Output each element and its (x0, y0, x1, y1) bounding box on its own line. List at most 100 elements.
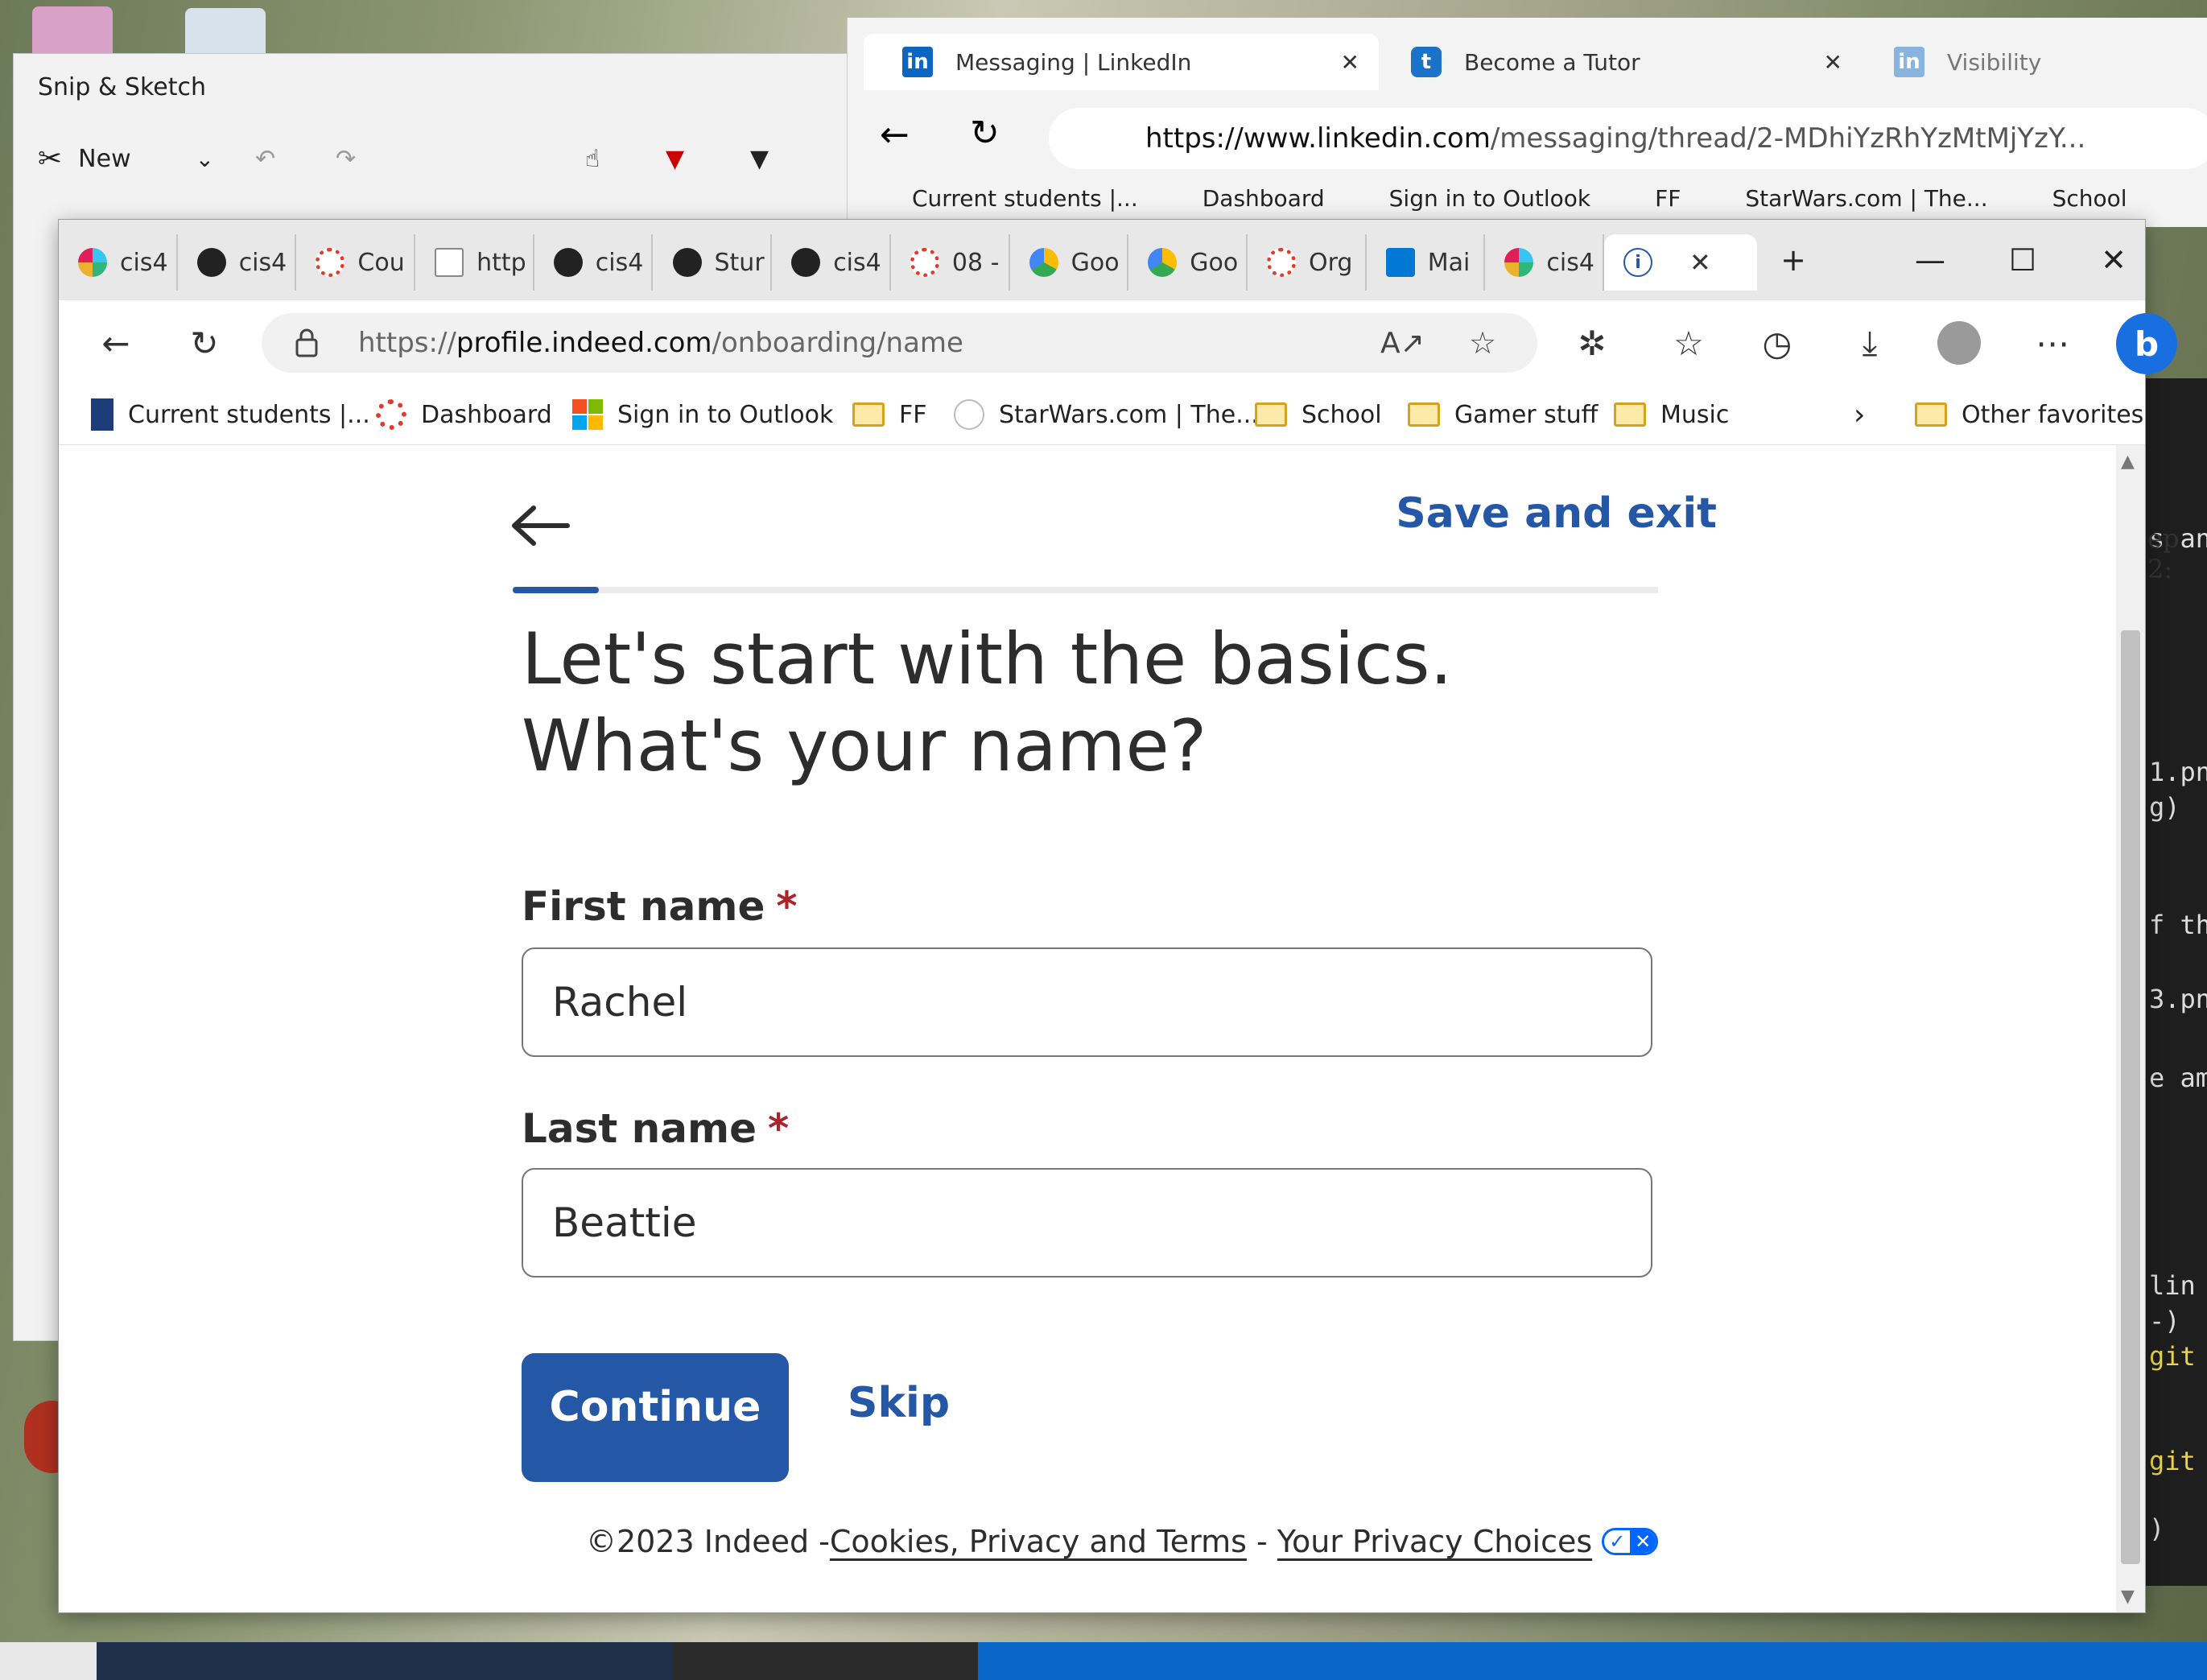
linkedin-address-bar[interactable]: https://www.linkedin.com/messaging/threa… (1049, 108, 2207, 169)
ballpoint-pen-icon[interactable]: ▼ (666, 134, 684, 183)
tab-item[interactable]: Mai (1367, 234, 1486, 291)
favorite-item[interactable]: Current students |... (912, 185, 1138, 212)
save-and-exit-link[interactable]: Save and exit (1347, 489, 1717, 538)
scroll-down-icon[interactable]: ▼ (2121, 1587, 2135, 1607)
undo-icon[interactable]: ↶ (255, 134, 275, 183)
favorite-label: FF (899, 400, 927, 429)
lock-icon[interactable] (294, 328, 320, 357)
extensions-icon[interactable]: ✲ (1564, 315, 1620, 371)
tab-item[interactable]: cis4 (1485, 234, 1605, 291)
chevron-right-icon[interactable]: › (1854, 397, 1865, 432)
taskbar-fragment (0, 1642, 2207, 1680)
favorite-label: Current students |... (128, 400, 370, 429)
favorite-item[interactable]: Dashboard (1203, 185, 1325, 212)
close-icon[interactable]: ✕ (1341, 49, 1359, 76)
favorite-item[interactable]: Sign in to Outlook (1389, 185, 1590, 212)
tab-label: http (476, 248, 526, 277)
snip-new-button[interactable]: ✂ New ⌄ (38, 134, 214, 183)
privacy-choices-icon[interactable]: ✓ ✕ (1602, 1528, 1659, 1555)
favorite-item[interactable]: School (2052, 185, 2127, 212)
tab-item[interactable]: cis4 (59, 234, 178, 291)
favorite-label: Gamer stuff (1454, 400, 1599, 429)
favorite-label: Dashboard (421, 400, 552, 429)
last-name-input[interactable] (522, 1168, 1652, 1278)
linkedin-favorites-bar: Current students |... Dashboard Sign in … (880, 185, 2127, 212)
add-favorite-icon[interactable]: ☆ (1469, 325, 1496, 361)
favorites-icon[interactable]: ☆ (1660, 315, 1717, 371)
tab-item[interactable]: Stur (654, 234, 773, 291)
linkedin-icon: in (1894, 47, 1924, 77)
pencil-icon[interactable]: ▼ (750, 134, 769, 183)
privacy-choices-link[interactable]: Your Privacy Choices (1277, 1524, 1592, 1559)
favorite-item[interactable]: FF (1655, 185, 1681, 212)
tab-become-tutor[interactable]: t Become a Tutor ✕ (1379, 34, 1862, 90)
close-icon[interactable]: ✕ (1689, 247, 1711, 278)
tab-item[interactable]: 08 - (891, 234, 1010, 291)
minimize-icon[interactable]: — (1902, 236, 1958, 284)
first-name-label-text: First name (522, 883, 765, 930)
tab-item[interactable]: cis4 (534, 234, 654, 291)
favorite-outlook[interactable]: Sign in to Outlook (572, 397, 833, 432)
tab-item[interactable]: Cou (296, 234, 416, 291)
favorite-current-students[interactable]: Current students |... (91, 397, 370, 432)
favorite-other[interactable]: Other favorites (1915, 397, 2143, 432)
code-line: e am (2149, 1063, 2207, 1093)
more-options-icon[interactable]: ⋯ (2024, 315, 2081, 371)
favorite-item[interactable]: StarWars.com | The... (1745, 185, 1987, 212)
favorite-label: Sign in to Outlook (617, 400, 834, 429)
indeed-icon: i (1623, 248, 1652, 277)
tab-linkedin-messaging[interactable]: in Messaging | LinkedIn ✕ (864, 34, 1379, 90)
tab-label: Visibility (1947, 48, 2042, 76)
skip-link[interactable]: Skip (848, 1379, 950, 1427)
tab-item[interactable]: cis4 (178, 234, 297, 291)
close-icon[interactable]: ✕ (1824, 49, 1842, 76)
favorite-ff[interactable]: FF (852, 397, 927, 432)
tab-visibility[interactable]: in Visibility (1862, 34, 2200, 90)
continue-button[interactable]: Continue (522, 1353, 789, 1482)
address-bar[interactable]: https://profile.indeed.com/onboarding/na… (262, 313, 1537, 373)
maximize-icon[interactable]: ☐ (1995, 236, 2051, 284)
back-icon[interactable]: ← (880, 114, 910, 155)
scroll-up-icon[interactable]: ▲ (2121, 452, 2135, 472)
downloads-icon[interactable]: ⤓ (1842, 315, 1898, 371)
address-url: https://profile.indeed.com/onboarding/na… (358, 327, 963, 359)
cookies-privacy-terms-link[interactable]: Cookies, Privacy and Terms (830, 1524, 1247, 1559)
canvas-icon (910, 248, 939, 277)
chevron-down-icon[interactable]: ⌄ (196, 146, 214, 172)
required-asterisk: * (768, 1105, 790, 1152)
redo-icon[interactable]: ↷ (336, 134, 356, 183)
tab-indeed-active[interactable]: i ✕ (1604, 234, 1757, 291)
history-icon[interactable]: ◷ (1749, 315, 1805, 371)
read-aloud-icon[interactable]: A↗ (1380, 327, 1425, 360)
google-drive-icon (1148, 248, 1178, 277)
scrollbar-thumb[interactable] (2121, 630, 2140, 1564)
refresh-icon[interactable]: ↻ (176, 315, 233, 371)
github-icon (553, 248, 583, 277)
tab-item[interactable]: Goo (1128, 234, 1248, 291)
tab-label: Messaging | LinkedIn (955, 48, 1192, 76)
favorite-dashboard[interactable]: Dashboard (376, 397, 552, 432)
tab-item[interactable]: Org (1248, 234, 1367, 291)
touch-writing-icon[interactable]: ☝ (585, 134, 600, 183)
favorite-music[interactable]: Music (1614, 397, 1729, 432)
favorite-gamer-stuff[interactable]: Gamer stuff (1408, 397, 1598, 432)
bing-icon[interactable]: b (2116, 313, 2177, 374)
favorite-starwars[interactable]: StarWars.com | The... (954, 397, 1259, 432)
page-scrollbar[interactable]: ▲ ▼ (2116, 445, 2145, 1612)
url-host: profile.indeed.com (456, 327, 712, 359)
tab-item[interactable]: Goo (1010, 234, 1129, 291)
github-icon (791, 248, 821, 277)
profile-avatar-icon[interactable] (1931, 315, 1987, 371)
tab-item[interactable]: http (415, 234, 534, 291)
snip-window-title: Snip & Sketch (38, 73, 206, 101)
code-line: g) (2149, 792, 2180, 823)
tab-item[interactable]: cis4 (772, 234, 891, 291)
back-icon[interactable]: ← (88, 315, 144, 371)
close-window-icon[interactable]: ✕ (2085, 236, 2142, 284)
favorites-bar: Current students |... Dashboard Sign in … (59, 384, 2145, 445)
first-name-input[interactable] (522, 947, 1652, 1057)
favorite-school[interactable]: School (1255, 397, 1382, 432)
new-tab-icon[interactable]: + (1765, 236, 1821, 284)
refresh-icon[interactable]: ↻ (970, 113, 1000, 154)
back-arrow-icon[interactable] (509, 502, 574, 550)
